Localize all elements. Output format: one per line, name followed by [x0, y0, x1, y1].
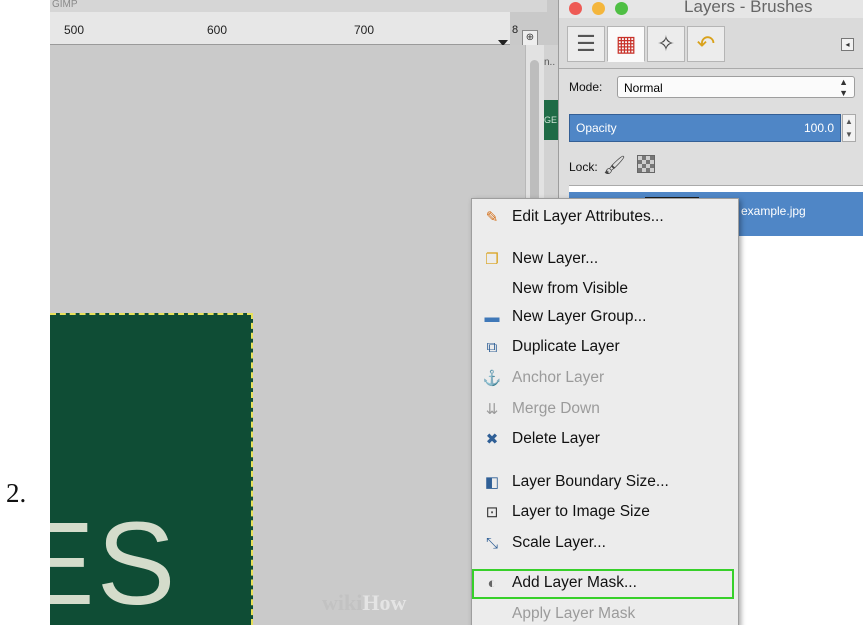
new-layer-icon: ❐	[485, 251, 499, 268]
menu-item-delete-layer[interactable]: ✖ Delete Layer	[472, 426, 738, 454]
image-layer-preview[interactable]: ES	[50, 313, 253, 625]
menu-item-label: New from Visible	[512, 280, 629, 297]
menu-item-add-layer-mask[interactable]: ◐ Add Layer Mask...	[472, 570, 738, 598]
channels-icon: ▦	[615, 31, 637, 56]
menu-item-label: Delete Layer	[512, 430, 600, 447]
opacity-spinner[interactable]: ▲ ▼	[842, 114, 856, 142]
dock-tabs: ☰ ▦ ✧ ↶ ◂	[559, 18, 863, 69]
ruler-label: 500	[64, 23, 85, 37]
step-number: 2.	[6, 478, 27, 508]
ruler-label: 8	[512, 24, 519, 36]
menu-item-label: Scale Layer...	[512, 534, 606, 551]
opacity-slider[interactable]: Opacity 100.0	[569, 114, 841, 142]
menu-item-apply-layer-mask[interactable]: Apply Layer Mask	[472, 601, 738, 625]
layer-context-menu: ✎ Edit Layer Attributes... ❐ New Layer..…	[471, 198, 739, 625]
horizontal-ruler[interactable]: 500 600 700 8	[50, 12, 518, 46]
boundary-size-icon: ◧	[484, 474, 500, 491]
strip-thumbnail-label: GE	[544, 115, 558, 125]
edit-attributes-icon: ✎	[485, 209, 499, 226]
tab-menu-icon[interactable]: ◂	[841, 38, 854, 51]
menu-item-scale-layer[interactable]: ⤡ Scale Layer...	[472, 530, 738, 558]
mode-label: Mode:	[569, 80, 603, 94]
menu-item-layer-boundary-size[interactable]: ◧ Layer Boundary Size...	[472, 469, 738, 497]
opacity-value: 100.0	[803, 121, 834, 135]
ruler-label: 700	[354, 23, 375, 37]
image-text: ES	[50, 498, 178, 625]
zoom-fit-icon[interactable]: ⊕	[522, 30, 538, 46]
strip-thumbnail: GE	[544, 100, 558, 140]
minimize-button[interactable]	[592, 2, 605, 15]
close-button[interactable]	[569, 2, 582, 15]
layer-group-folder-icon: ▬	[484, 309, 500, 326]
menu-item-merge-down[interactable]: ⇊ Merge Down	[472, 396, 738, 424]
menu-item-label: Layer Boundary Size...	[512, 473, 669, 490]
layer-to-image-size-icon: ⊡	[485, 504, 499, 521]
canvas-window-title: GIMP	[50, 0, 547, 12]
layers-tab[interactable]: ☰	[567, 26, 605, 62]
dock-titlebar: Layers - Brushes	[559, 0, 863, 18]
menu-item-label: Apply Layer Mask	[512, 605, 636, 622]
zoom-button[interactable]	[615, 2, 628, 15]
menu-item-label: Merge Down	[512, 400, 600, 417]
wikihow-watermark: wikiHow	[322, 590, 406, 616]
watermark-wiki: wiki	[322, 590, 363, 615]
paths-tab[interactable]: ✧	[647, 26, 685, 62]
menu-item-label: Add Layer Mask...	[512, 574, 637, 591]
layers-icon: ☰	[576, 31, 596, 56]
layer-name: example.jpg	[741, 204, 806, 218]
merge-down-icon: ⇊	[485, 401, 499, 418]
menu-item-label: Layer to Image Size	[512, 503, 650, 520]
menu-item-anchor-layer[interactable]: ⚓ Anchor Layer	[472, 365, 738, 393]
undo-history-icon: ↶	[696, 31, 716, 56]
paths-icon: ✧	[656, 31, 676, 56]
menu-item-label: Duplicate Layer	[512, 338, 620, 355]
menu-item-new-layer-group[interactable]: ▬ New Layer Group...	[472, 304, 738, 332]
menu-item-new-layer[interactable]: ❐ New Layer...	[472, 246, 738, 274]
lock-pixels-brush-icon[interactable]: 🖌	[603, 155, 626, 176]
strip-label: n..	[544, 57, 556, 68]
menu-item-label: Edit Layer Attributes...	[512, 208, 664, 225]
menu-item-label: New Layer Group...	[512, 308, 647, 325]
menu-item-label: New Layer...	[512, 250, 599, 267]
channels-tab[interactable]: ▦	[607, 26, 645, 62]
menu-item-label: Anchor Layer	[512, 369, 605, 386]
menu-item-duplicate-layer[interactable]: ⧉ Duplicate Layer	[472, 334, 738, 362]
opacity-label: Opacity	[576, 121, 617, 135]
watermark-how: How	[362, 590, 407, 615]
scale-layer-icon: ⤡	[485, 535, 498, 552]
menu-item-new-from-visible[interactable]: New from Visible	[472, 276, 738, 304]
duplicate-layer-icon: ⧉	[486, 339, 498, 356]
ruler-label: 600	[207, 23, 228, 37]
gimp-screenshot: GIMP 500 600 700 8 ⊕ n.. GE ES Layers - …	[50, 0, 863, 625]
lock-label: Lock:	[569, 160, 598, 174]
undo-history-tab[interactable]: ↶	[687, 26, 725, 62]
menu-item-layer-to-image-size[interactable]: ⊡ Layer to Image Size	[472, 499, 738, 527]
menu-item-edit-layer-attributes[interactable]: ✎ Edit Layer Attributes...	[472, 204, 738, 232]
updown-arrows-icon: ▲ ▼	[839, 77, 848, 98]
mode-select[interactable]: Normal ▲ ▼	[617, 76, 855, 98]
lock-alpha-checker-icon[interactable]	[637, 155, 655, 173]
mode-value: Normal	[624, 81, 663, 95]
delete-layer-icon: ✖	[485, 431, 499, 448]
anchor-icon: ⚓	[482, 370, 502, 387]
dock-title: Layers - Brushes	[684, 0, 813, 16]
add-mask-icon: ◐	[487, 575, 497, 592]
